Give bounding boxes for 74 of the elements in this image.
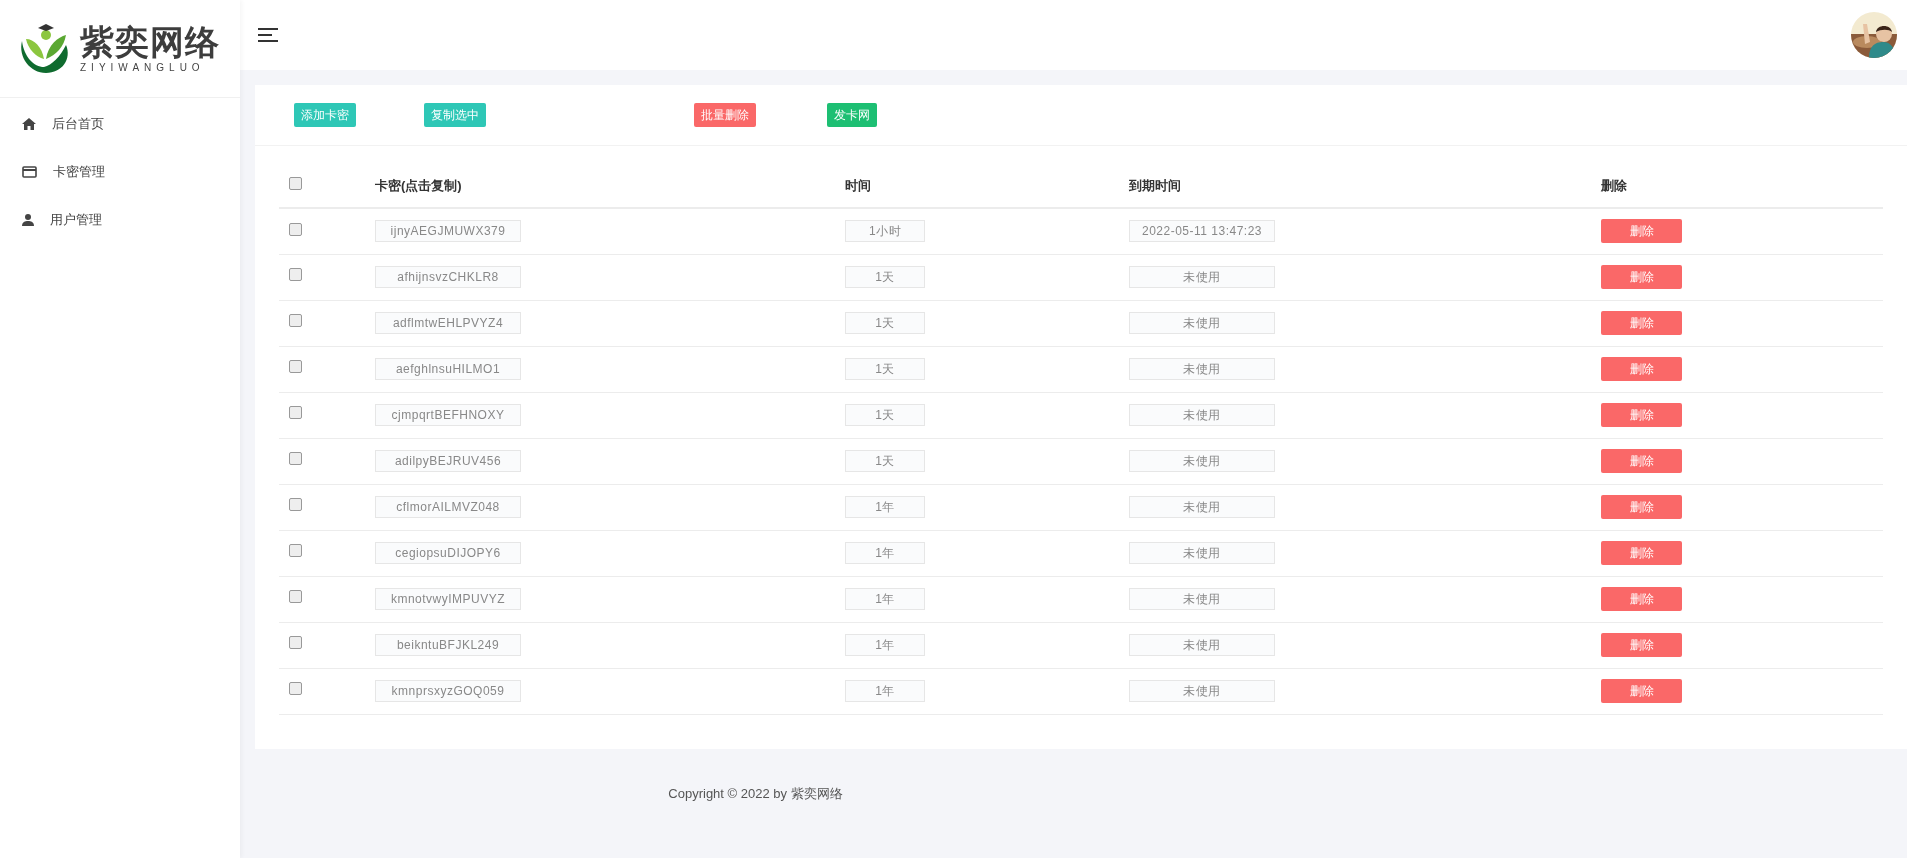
key-field: beikntuBFJKL249 bbox=[375, 634, 521, 656]
key-field: cjmpqrtBEFHNOXY bbox=[375, 404, 521, 426]
card-icon bbox=[22, 166, 37, 178]
duration-field: 1天 bbox=[845, 404, 925, 426]
checkbox[interactable] bbox=[289, 360, 302, 374]
copyright-text: Copyright © 2022 by 紫奕网络 bbox=[668, 784, 843, 803]
checkbox[interactable] bbox=[289, 406, 302, 420]
delete-button[interactable]: 删除 bbox=[1601, 311, 1682, 335]
duration-field: 1年 bbox=[845, 588, 925, 610]
delete-button[interactable]: 删除 bbox=[1601, 587, 1682, 611]
logo-subtitle: ZIYIWANGLUO bbox=[80, 60, 206, 75]
checkbox[interactable] bbox=[289, 544, 302, 558]
delete-button[interactable]: 删除 bbox=[1601, 679, 1682, 703]
delete-button[interactable]: 删除 bbox=[1601, 403, 1682, 427]
expiry-field: 未使用 bbox=[1129, 542, 1275, 564]
toolbar-button[interactable]: 发卡网 bbox=[827, 103, 877, 127]
checkbox[interactable] bbox=[289, 222, 302, 236]
menu-icon[interactable] bbox=[257, 27, 279, 43]
duration-field: 1天 bbox=[845, 312, 925, 334]
user-icon bbox=[22, 214, 34, 226]
duration-field: 1年 bbox=[845, 680, 925, 702]
column-header: 时间 bbox=[845, 177, 871, 193]
toolbar-button[interactable]: 添加卡密 bbox=[294, 103, 356, 127]
key-field: cegiopsuDIJOPY6 bbox=[375, 542, 521, 564]
expiry-field: 未使用 bbox=[1129, 358, 1275, 380]
expiry-field: 未使用 bbox=[1129, 404, 1275, 426]
delete-button[interactable]: 删除 bbox=[1601, 265, 1682, 289]
delete-button[interactable]: 删除 bbox=[1601, 219, 1682, 244]
duration-field: 1年 bbox=[845, 542, 925, 564]
sidebar-item[interactable]: 卡密管理 bbox=[0, 148, 240, 196]
duration-field: 1年 bbox=[845, 496, 925, 518]
key-field: kmnotvwyIMPUVYZ bbox=[375, 588, 521, 610]
duration-field: 1年 bbox=[845, 634, 925, 656]
checkbox[interactable] bbox=[289, 176, 302, 190]
checkbox[interactable] bbox=[289, 498, 302, 512]
checkbox[interactable] bbox=[289, 452, 302, 466]
key-field: adilpyBEJRUV456 bbox=[375, 450, 521, 472]
home-icon bbox=[22, 118, 36, 130]
expiry-field: 未使用 bbox=[1129, 266, 1275, 288]
key-field: kmnprsxyzGOQ059 bbox=[375, 680, 521, 702]
column-header: 到期时间 bbox=[1129, 177, 1181, 193]
duration-field: 1小时 bbox=[845, 220, 925, 243]
expiry-field: 未使用 bbox=[1129, 496, 1275, 518]
key-field: cflmorAILMVZ048 bbox=[375, 496, 521, 518]
key-field: adflmtwEHLPVYZ4 bbox=[375, 312, 521, 334]
logo-title: 紫奕网络 bbox=[80, 22, 220, 61]
duration-field: 1天 bbox=[845, 266, 925, 288]
sidebar-item[interactable]: 用户管理 bbox=[0, 196, 240, 244]
checkbox[interactable] bbox=[289, 590, 302, 604]
checkbox[interactable] bbox=[289, 682, 302, 696]
key-field: afhijnsvzCHKLR8 bbox=[375, 266, 521, 288]
column-header: 删除 bbox=[1601, 177, 1627, 193]
expiry-field: 未使用 bbox=[1129, 588, 1275, 610]
column-header: 卡密(点击复制) bbox=[375, 177, 462, 193]
delete-button[interactable]: 删除 bbox=[1601, 495, 1682, 519]
expiry-field: 2022-05-11 13:47:23 bbox=[1129, 220, 1275, 243]
key-field: ijnyAEGJMUWX379 bbox=[375, 220, 521, 243]
delete-button[interactable]: 删除 bbox=[1601, 449, 1682, 473]
expiry-field: 未使用 bbox=[1129, 680, 1275, 702]
delete-button[interactable]: 删除 bbox=[1601, 633, 1682, 657]
key-field: aefghlnsuHILMO1 bbox=[375, 358, 521, 380]
checkbox[interactable] bbox=[289, 636, 302, 650]
expiry-field: 未使用 bbox=[1129, 312, 1275, 334]
delete-button[interactable]: 删除 bbox=[1601, 541, 1682, 565]
expiry-field: 未使用 bbox=[1129, 634, 1275, 656]
checkbox[interactable] bbox=[289, 314, 302, 328]
toolbar-button[interactable]: 批量删除 bbox=[694, 103, 756, 127]
toolbar-button[interactable]: 复制选中 bbox=[424, 103, 486, 127]
duration-field: 1天 bbox=[845, 358, 925, 380]
delete-button[interactable]: 删除 bbox=[1601, 357, 1682, 381]
checkbox[interactable] bbox=[289, 268, 302, 282]
expiry-field: 未使用 bbox=[1129, 450, 1275, 472]
sidebar-item[interactable]: 后台首页 bbox=[0, 100, 240, 148]
duration-field: 1天 bbox=[845, 450, 925, 472]
